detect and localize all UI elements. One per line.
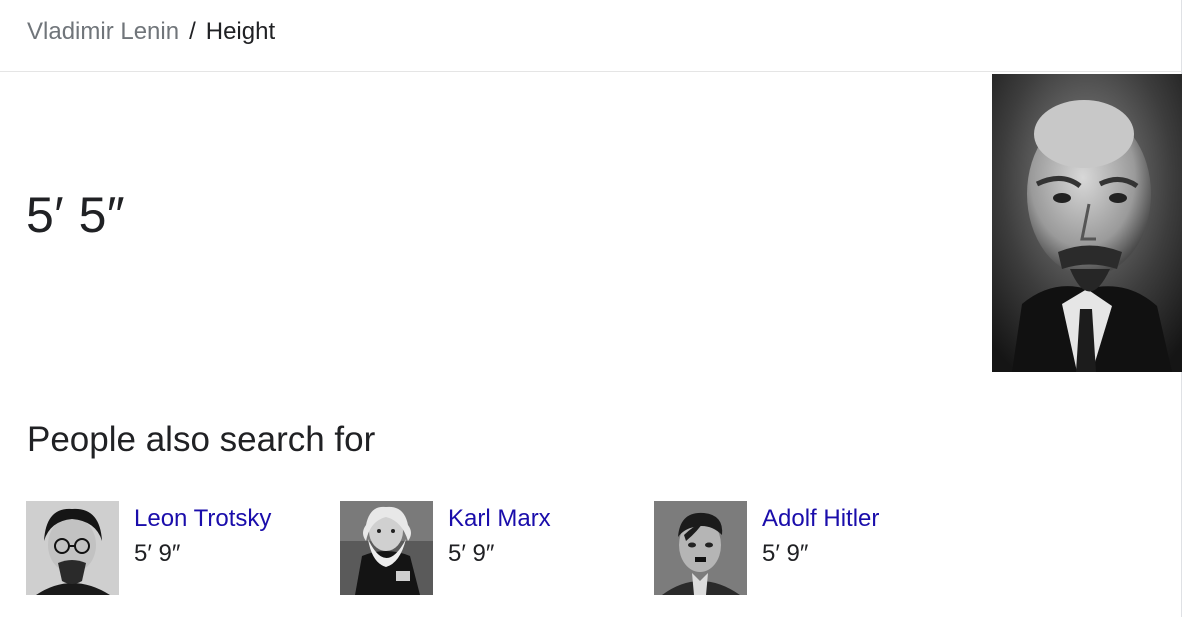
- related-person-name-link[interactable]: Leon Trotsky: [134, 504, 271, 534]
- breadcrumb-parent-link[interactable]: Vladimir Lenin: [27, 18, 179, 45]
- related-person-card[interactable]: Leon Trotsky 5′ 9″: [26, 501, 296, 595]
- knowledge-card: Vladimir Lenin / Height 5′ 5″ People als…: [0, 0, 1182, 617]
- related-person-card[interactable]: Adolf Hitler 5′ 9″: [654, 501, 924, 595]
- breadcrumb-current: Height: [205, 18, 276, 45]
- related-person-card[interactable]: Karl Marx 5′ 9″: [340, 501, 610, 595]
- related-person-thumbnail[interactable]: [654, 501, 747, 595]
- height-answer: 5′ 5″: [26, 187, 126, 243]
- related-person-name-link[interactable]: Adolf Hitler: [762, 504, 879, 534]
- related-person-height: 5′ 9″: [762, 540, 809, 567]
- related-person-name-link[interactable]: Karl Marx: [448, 504, 551, 534]
- related-person-thumbnail[interactable]: [340, 501, 433, 595]
- breadcrumb-bar: Vladimir Lenin / Height: [0, 0, 1182, 72]
- main-portrait-image[interactable]: [992, 74, 1182, 372]
- portrait-photo-icon: [992, 74, 1182, 372]
- breadcrumb-separator: /: [189, 18, 196, 45]
- breadcrumb: Vladimir Lenin / Height: [27, 17, 275, 47]
- related-person-height: 5′ 9″: [448, 540, 495, 567]
- trotsky-photo-icon: [26, 501, 119, 595]
- hitler-photo-icon: [654, 501, 747, 595]
- related-person-height: 5′ 9″: [134, 540, 181, 567]
- people-also-search-heading: People also search for: [27, 420, 376, 459]
- related-person-thumbnail[interactable]: [26, 501, 119, 595]
- marx-photo-icon: [340, 501, 433, 595]
